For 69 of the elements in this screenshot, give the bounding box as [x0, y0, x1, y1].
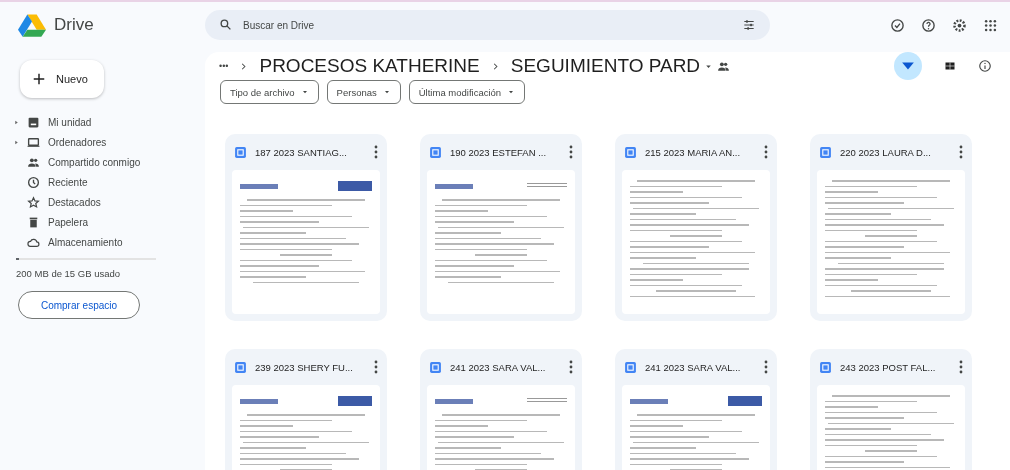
apps-grid-icon[interactable]: [983, 17, 998, 33]
app-title: Drive: [54, 15, 94, 35]
file-name: 239 2023 SHERY FU...: [255, 361, 354, 373]
file-card[interactable]: 241 2023 SARA VAL...: [615, 349, 777, 470]
more-options-button[interactable]: [567, 145, 575, 159]
more-options-button[interactable]: [762, 145, 770, 159]
drive-icon: [27, 115, 40, 129]
file-name: 241 2023 SARA VAL...: [645, 361, 742, 373]
file-name: 243 2023 POST FAL...: [840, 361, 937, 373]
document-icon: [624, 360, 637, 374]
more-options-button[interactable]: [372, 360, 380, 374]
clock-icon: [27, 175, 40, 189]
file-name: 187 2023 SANTIAG...: [255, 146, 348, 158]
breadcrumb-folder[interactable]: SEGUIMIENTO PARD: [510, 55, 701, 77]
file-card[interactable]: 243 2023 POST FAL...: [810, 349, 972, 470]
file-card[interactable]: 239 2023 SHERY FU...: [225, 349, 387, 470]
file-name: 220 2023 LAURA D...: [840, 146, 932, 158]
new-button[interactable]: Nuevo: [20, 60, 104, 98]
file-name: 241 2023 SARA VAL...: [450, 361, 547, 373]
storage-text: 200 MB de 15 GB usado: [16, 268, 122, 279]
sidebar-item[interactable]: Mi unidad: [12, 112, 190, 132]
filter-chip[interactable]: Tipo de archivo: [220, 80, 319, 104]
more-options-button[interactable]: [567, 360, 575, 374]
filter-toggle-icon[interactable]: [894, 52, 922, 80]
settings-icon[interactable]: [952, 17, 967, 33]
trash-icon: [27, 215, 40, 229]
file-card[interactable]: 190 2023 ESTEFAN ...: [420, 134, 582, 321]
document-icon: [819, 145, 832, 159]
buy-storage-button[interactable]: Comprar espacio: [18, 291, 140, 319]
info-icon[interactable]: [978, 59, 992, 73]
sidebar-item[interactable]: Reciente: [12, 172, 190, 192]
more-options-button[interactable]: [957, 360, 965, 374]
sidebar-item[interactable]: Papelera: [12, 212, 190, 232]
star-icon: [27, 195, 40, 209]
expand-arrow-icon: [14, 119, 19, 125]
document-icon: [819, 360, 832, 374]
computer-icon: [27, 135, 40, 149]
file-card[interactable]: 241 2023 SARA VAL...: [420, 349, 582, 470]
checkmark-circle-icon[interactable]: [890, 17, 905, 33]
caret-down-icon: [300, 88, 309, 96]
document-icon: [429, 360, 442, 374]
caret-down-icon: [382, 88, 391, 96]
document-icon: [234, 360, 247, 374]
search-field[interactable]: Buscar en Drive: [205, 10, 770, 40]
help-icon[interactable]: [921, 17, 936, 33]
breadcrumb-folder[interactable]: PROCESOS KATHERINE: [259, 55, 480, 77]
sliders-icon[interactable]: [742, 18, 756, 32]
expand-arrow-icon: [14, 139, 19, 145]
file-card[interactable]: 215 2023 MARIA AN...: [615, 134, 777, 321]
more-options-button[interactable]: [957, 145, 965, 159]
sidebar-item[interactable]: Almacenamiento: [12, 232, 190, 252]
filter-chip[interactable]: Personas: [326, 80, 401, 104]
file-name: 215 2023 MARIA AN...: [645, 146, 742, 158]
document-icon: [429, 145, 442, 159]
more-options-button[interactable]: [372, 145, 380, 159]
plus-icon: [32, 72, 46, 86]
sidebar-item[interactable]: Destacados: [12, 192, 190, 212]
grid-view-icon[interactable]: [944, 60, 956, 72]
document-icon: [234, 145, 247, 159]
more-folders-button[interactable]: •••: [219, 61, 229, 71]
sidebar-item[interactable]: Compartido conmigo: [12, 152, 190, 172]
file-name: 190 2023 ESTEFAN ...: [450, 146, 548, 158]
sidebar-item[interactable]: Ordenadores: [12, 132, 190, 152]
filter-chip[interactable]: Última modificación: [408, 80, 526, 104]
caret-down-icon: [507, 88, 516, 96]
more-options-button[interactable]: [762, 360, 770, 374]
document-icon: [624, 145, 637, 159]
file-card[interactable]: 187 2023 SANTIAG...: [225, 134, 387, 321]
file-card[interactable]: 220 2023 LAURA D...: [810, 134, 972, 321]
